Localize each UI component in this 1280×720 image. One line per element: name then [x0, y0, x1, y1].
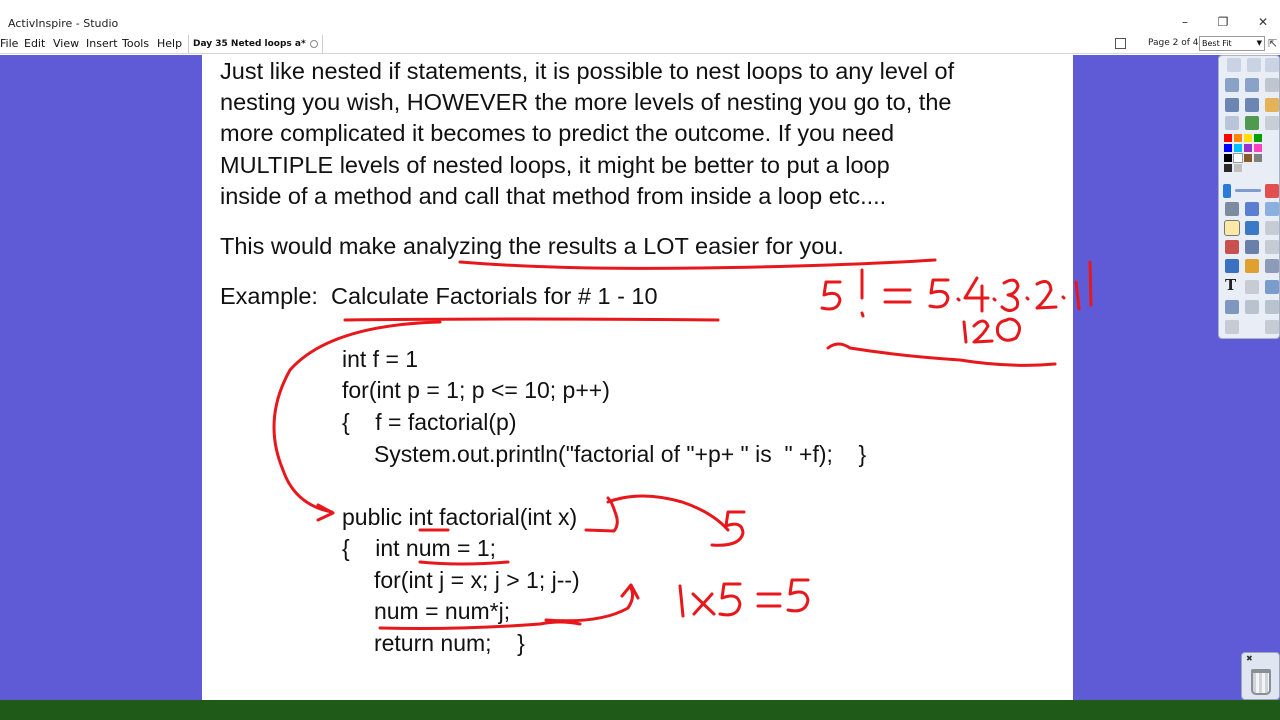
- marquee-tool-icon[interactable]: [1245, 202, 1259, 216]
- highlighter-icon[interactable]: [1265, 98, 1279, 112]
- fill-tool-icon[interactable]: [1245, 259, 1259, 273]
- code-line: public int factorial(int x): [342, 504, 578, 530]
- code-line: int f = 1: [342, 346, 419, 372]
- close-tab-icon[interactable]: [309, 39, 318, 48]
- camera-icon[interactable]: [1265, 202, 1279, 216]
- restore-button[interactable]: ❐: [1208, 12, 1238, 32]
- highlighter-tool-icon[interactable]: [1245, 221, 1259, 235]
- color-swatch-orange[interactable]: [1234, 134, 1242, 142]
- trash-panel: ✖: [1241, 652, 1280, 700]
- zoom-select[interactable]: Best Fit ▼: [1199, 36, 1265, 51]
- paragraph-line: inside of a method and call that method …: [220, 183, 887, 209]
- shape-icon[interactable]: [1245, 240, 1259, 254]
- code-line: num = num*j;: [342, 598, 511, 624]
- pen-width-slider[interactable]: [1235, 189, 1261, 192]
- example-prefix: Example:: [220, 283, 318, 309]
- text-options-icon[interactable]: [1245, 280, 1259, 294]
- paragraph-summary: This would make analyzing the results a …: [220, 233, 844, 259]
- toolbox-pin-icon[interactable]: [1247, 58, 1261, 72]
- menu-help[interactable]: Help: [157, 37, 182, 50]
- color-swatch-pink[interactable]: [1254, 144, 1262, 152]
- zoom-value: Best Fit: [1202, 39, 1232, 48]
- color-swatch-red[interactable]: [1224, 134, 1232, 142]
- keyboard-icon[interactable]: [1265, 280, 1279, 294]
- browser-icon[interactable]: [1245, 78, 1259, 92]
- menu-bar: File Edit View Insert Tools Help Day 35 …: [0, 34, 1280, 54]
- color-swatch-blue[interactable]: [1224, 144, 1232, 152]
- color-swatch-purple[interactable]: [1244, 144, 1252, 152]
- menu-edit[interactable]: Edit: [24, 37, 45, 50]
- reveal-icon[interactable]: [1225, 320, 1239, 334]
- page-icon[interactable]: [1265, 116, 1279, 130]
- select-tool-icon[interactable]: [1225, 202, 1239, 216]
- page-browser-icon[interactable]: [1115, 38, 1126, 49]
- spotlight-icon[interactable]: [1225, 300, 1239, 314]
- paragraph-line: Just like nested if statements, it is po…: [220, 58, 955, 84]
- flipchart-page[interactable]: Just like nested if statements, it is po…: [202, 55, 1073, 700]
- close-button[interactable]: ✕: [1248, 12, 1278, 32]
- undo-icon[interactable]: [1245, 300, 1259, 314]
- redo-icon[interactable]: [1265, 300, 1279, 314]
- color-swatch-darkgray[interactable]: [1224, 164, 1232, 172]
- clear-icon[interactable]: [1265, 320, 1279, 334]
- pen-tool-icon[interactable]: [1224, 220, 1240, 236]
- toolbox-close-icon[interactable]: [1265, 58, 1279, 72]
- color-swatch-cyan[interactable]: [1234, 144, 1242, 152]
- code-line: System.out.println("factorial of "+p+ " …: [342, 441, 867, 467]
- menu-view[interactable]: View: [53, 37, 79, 50]
- eraser-icon[interactable]: [1225, 240, 1239, 254]
- paragraph-line: nesting you wish, HOWEVER the more level…: [220, 89, 952, 115]
- next-page-icon[interactable]: [1245, 98, 1259, 112]
- code-line: return num; }: [342, 630, 525, 656]
- code-line: { f = factorial(p): [342, 409, 517, 435]
- color-swatch-gray[interactable]: [1254, 154, 1262, 162]
- document-tab[interactable]: Day 35 Neted loops a*: [188, 35, 323, 53]
- code-line: { int num = 1;: [342, 535, 497, 561]
- previous-page-icon[interactable]: [1225, 98, 1239, 112]
- color-swatch-green[interactable]: [1254, 134, 1262, 142]
- main-toolbox: T: [1218, 55, 1280, 339]
- color-swatch-black[interactable]: [1224, 154, 1232, 162]
- title-bar: ActivInspire - Studio – ❐ ✕: [0, 0, 1280, 34]
- paragraph-line: more complicated it becomes to predict t…: [220, 120, 895, 146]
- connector-icon[interactable]: [1265, 240, 1279, 254]
- magic-ink-icon[interactable]: [1265, 221, 1279, 235]
- taskbar: [0, 700, 1280, 720]
- example-title: Calculate Factorials for # 1 - 10: [331, 283, 658, 309]
- paragraph-line: MULTIPLE levels of nested loops, it migh…: [220, 152, 890, 178]
- panel-close-icon[interactable]: ✖: [1246, 654, 1253, 663]
- reset-page-icon[interactable]: [1225, 116, 1239, 130]
- dock-icon[interactable]: [1265, 78, 1279, 92]
- color-swatch-brown[interactable]: [1244, 154, 1252, 162]
- chevron-down-icon: ▼: [1256, 39, 1262, 47]
- code-line: for(int p = 1; p <= 10; p++): [342, 377, 610, 403]
- color-swatch-white[interactable]: [1233, 153, 1243, 163]
- document-tab-label: Day 35 Neted loops a*: [193, 39, 306, 49]
- minimize-button[interactable]: –: [1170, 12, 1200, 32]
- trash-bin-icon[interactable]: [1251, 669, 1271, 695]
- delete-icon[interactable]: [1265, 184, 1279, 198]
- tools-icon[interactable]: [1265, 259, 1279, 273]
- expand-icon[interactable]: ⇱: [1268, 37, 1277, 50]
- menu-file[interactable]: File: [0, 37, 18, 50]
- menu-tools[interactable]: Tools: [122, 37, 149, 50]
- color-swatch-yellow[interactable]: [1244, 134, 1252, 142]
- text-tool-icon[interactable]: T: [1225, 276, 1236, 294]
- color-swatch-silver[interactable]: [1234, 164, 1242, 172]
- app-title: ActivInspire - Studio: [8, 17, 119, 30]
- example-line: Example: Calculate Factorials for # 1 - …: [220, 281, 658, 313]
- line-tool-icon[interactable]: [1225, 259, 1239, 273]
- main-menu-icon[interactable]: [1225, 78, 1239, 92]
- pen-width-indicator[interactable]: [1223, 184, 1231, 198]
- code-line: for(int j = x; j > 1; j--): [342, 567, 580, 593]
- menu-insert[interactable]: Insert: [86, 37, 118, 50]
- toolbox-menu-icon[interactable]: [1227, 58, 1241, 72]
- page-indicator: Page 2 of 4: [1148, 38, 1199, 48]
- globe-icon[interactable]: [1245, 116, 1259, 130]
